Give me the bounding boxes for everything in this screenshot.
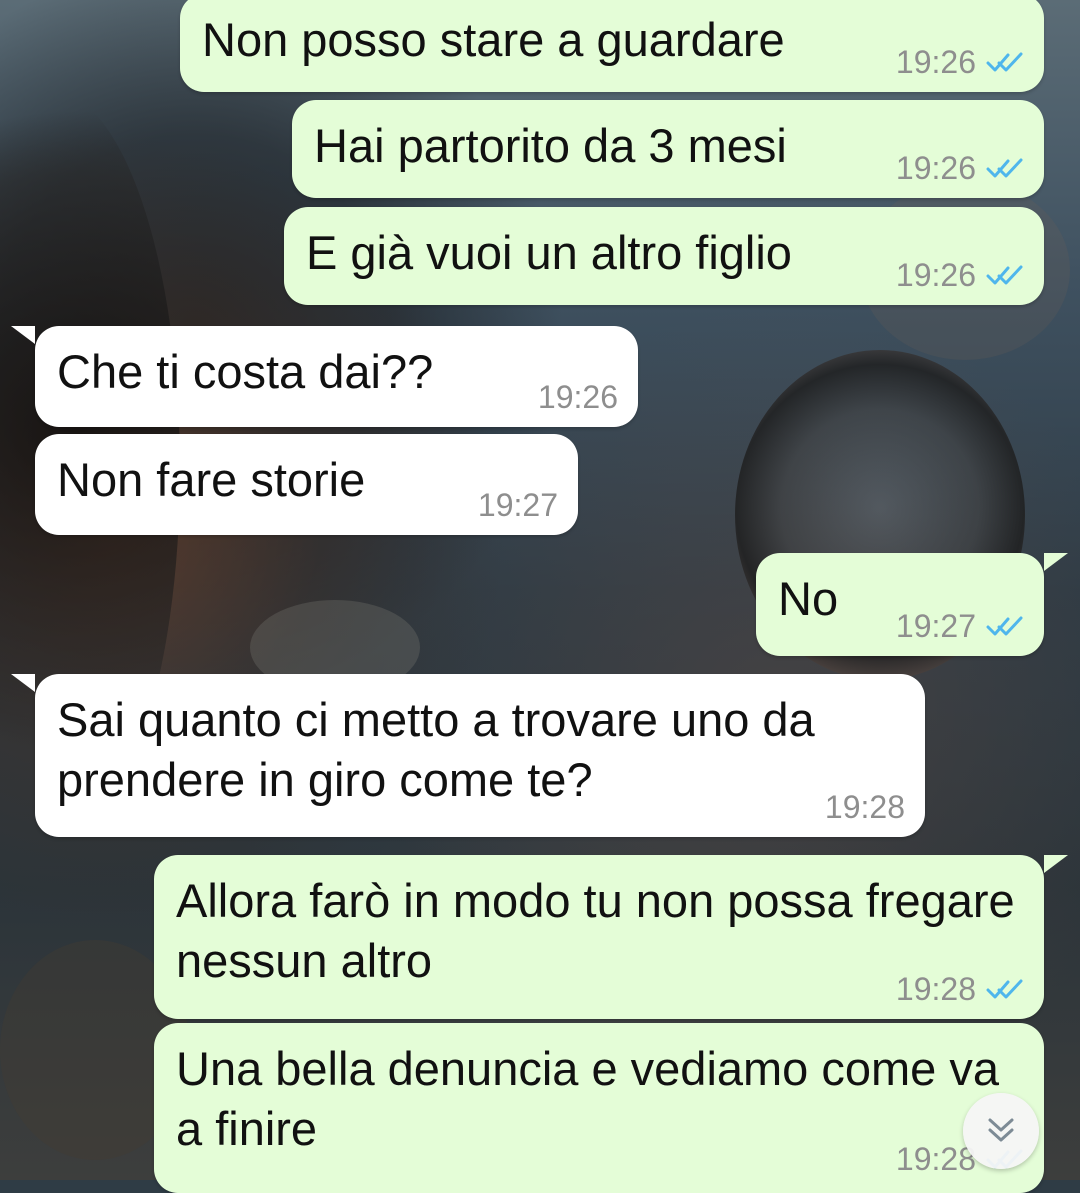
double-check-icon [986, 977, 1024, 1001]
message-meta: 19:28 [896, 973, 1024, 1005]
message-text: Una bella denuncia e vediamo come va a f… [176, 1042, 1000, 1155]
incoming-message[interactable]: Non fare storie 19:27 [35, 434, 578, 535]
message-text: Sai quanto ci metto a trovare uno da pre… [57, 693, 815, 806]
message-text: Allora farò in modo tu non possa fregare… [176, 874, 1015, 987]
double-check-icon [986, 263, 1024, 287]
double-chevron-down-icon [982, 1112, 1020, 1150]
outgoing-message[interactable]: Non posso stare a guardare 19:26 [180, 0, 1044, 92]
message-text: Non fare storie [57, 453, 366, 506]
message-meta: 19:27 [896, 610, 1024, 642]
outgoing-message[interactable]: Hai partorito da 3 mesi 19:26 [292, 100, 1044, 198]
message-time: 19:28 [895, 971, 976, 1007]
outgoing-message[interactable]: E già vuoi un altro figlio 19:26 [284, 207, 1044, 305]
outgoing-message[interactable]: Allora farò in modo tu non possa fregare… [154, 855, 1068, 1019]
outgoing-message[interactable]: Una bella denuncia e vediamo come va a f… [154, 1023, 1044, 1193]
message-list[interactable]: Non posso stare a guardare 19:26 Hai par… [0, 0, 1080, 1193]
scroll-to-bottom-button[interactable] [963, 1093, 1039, 1169]
incoming-message[interactable]: Sai quanto ci metto a trovare uno da pre… [11, 674, 925, 837]
message-time: 19:26 [537, 379, 618, 415]
outgoing-message[interactable]: No 19:27 [756, 553, 1068, 656]
message-meta: 19:28 [825, 791, 905, 823]
message-time: 19:27 [477, 487, 558, 523]
message-text: E già vuoi un altro figlio [306, 226, 792, 279]
message-meta: 19:26 [896, 46, 1024, 78]
message-meta: 19:27 [478, 489, 558, 521]
message-text: Che ti costa dai?? [57, 345, 434, 398]
message-time: 19:28 [824, 789, 905, 825]
message-meta: 19:26 [896, 152, 1024, 184]
double-check-icon [986, 50, 1024, 74]
message-time: 19:26 [895, 257, 976, 293]
message-time: 19:28 [895, 1141, 976, 1177]
message-text: Non posso stare a guardare [202, 13, 785, 66]
double-check-icon [986, 156, 1024, 180]
message-text: Hai partorito da 3 mesi [314, 119, 787, 172]
message-text: No [778, 572, 839, 625]
message-time: 19:26 [895, 44, 976, 80]
message-meta: 19:26 [538, 381, 618, 413]
message-meta: 19:26 [896, 259, 1024, 291]
message-time: 19:27 [895, 608, 976, 644]
incoming-message[interactable]: Che ti costa dai?? 19:26 [11, 326, 638, 427]
message-time: 19:26 [895, 150, 976, 186]
double-check-icon [986, 614, 1024, 638]
